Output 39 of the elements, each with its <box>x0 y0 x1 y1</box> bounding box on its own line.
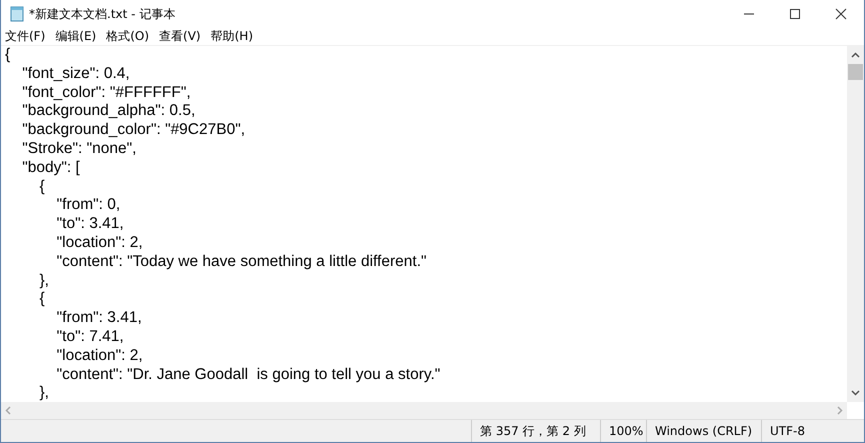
menu-item[interactable]: 查看(V) <box>159 28 201 45</box>
code-line: "location": 2, <box>56 234 144 253</box>
code-line: "font_color": "#FFFFFF", <box>21 84 192 102</box>
code-line: "background_color": "#9C27B0", <box>21 121 246 140</box>
notepad-icon <box>9 6 25 22</box>
close-icon <box>835 8 847 20</box>
scroll-down-icon[interactable] <box>851 390 860 396</box>
scroll-right-icon[interactable] <box>837 406 843 415</box>
code-line: "location": 2, <box>56 346 144 366</box>
menu-item[interactable]: 文件(F) <box>5 28 46 45</box>
code-line: "content": "Today we have something a little different." <box>56 252 428 272</box>
code-line: "to": 3.41, <box>56 215 125 234</box>
code-line: "background_alpha": 0.5, <box>21 102 196 122</box>
menu-item[interactable]: 编辑(E) <box>55 28 96 45</box>
code-line: { <box>5 46 12 65</box>
status-text: UTF-8 <box>761 420 813 442</box>
horizontal-scrollbar[interactable] <box>1 402 847 419</box>
menu-item[interactable]: 帮助(H) <box>210 28 253 45</box>
code-line: "from": 0, <box>56 196 122 216</box>
status-text: 第 357 行，第 2 列 <box>471 420 600 442</box>
status-text: 100% <box>600 420 646 442</box>
status-text: Windows (CRLF) <box>646 420 761 442</box>
code-line: { <box>38 178 46 196</box>
menu-item[interactable]: 格式(O) <box>106 28 150 45</box>
maximize-icon <box>789 8 801 20</box>
vertical-scrollbar[interactable] <box>847 46 864 402</box>
code-line: "content": "Dr. Jane Goodall is going to tell you a story." <box>56 366 442 384</box>
code-line: { <box>38 290 46 310</box>
code-line: "font_size": 0.4, <box>21 64 131 84</box>
code-line: "Stroke": "none", <box>21 140 138 159</box>
code-line: }, <box>38 272 50 290</box>
code-line: "body": [ <box>21 158 81 178</box>
code-line: }, <box>38 384 50 402</box>
window-title: *新建文本文档.txt - 记事本 <box>29 6 176 22</box>
scrollbar-thumb[interactable] <box>848 64 863 80</box>
code-line: "from": 3.41, <box>56 309 143 328</box>
scroll-left-icon[interactable] <box>5 406 11 415</box>
code-line: "to": 7.41, <box>56 328 125 347</box>
scroll-up-icon[interactable] <box>851 52 860 58</box>
